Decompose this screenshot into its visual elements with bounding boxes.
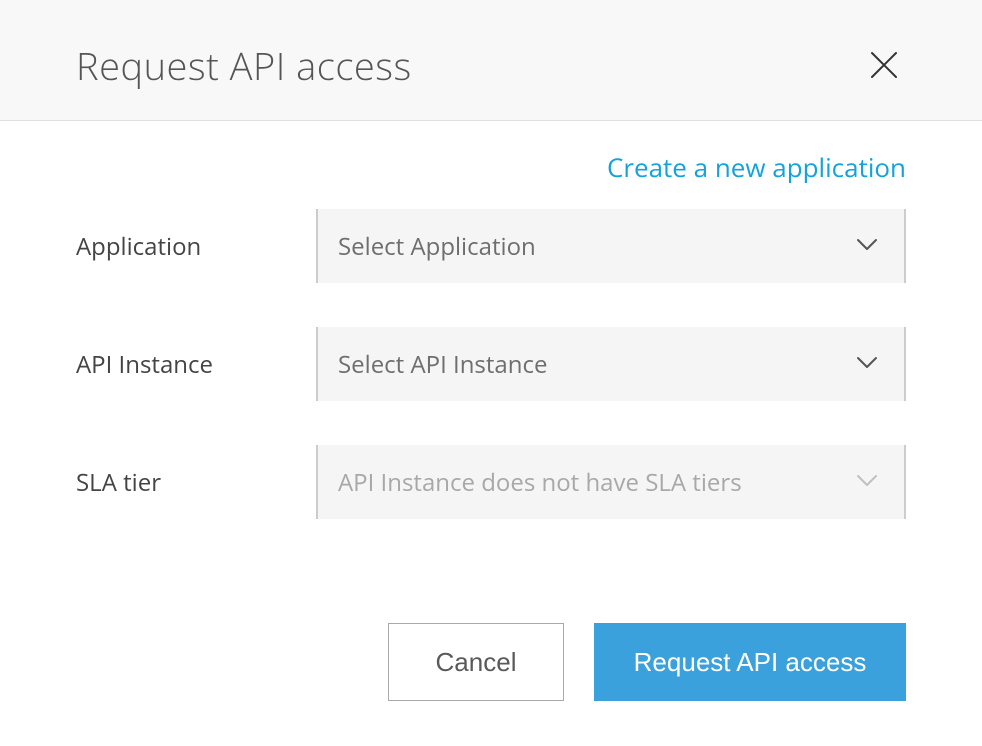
sla-tier-select: API Instance does not have SLA tiers bbox=[316, 445, 906, 519]
application-row: Application Select Application bbox=[76, 209, 906, 283]
sla-tier-select-placeholder: API Instance does not have SLA tiers bbox=[338, 466, 742, 499]
sla-tier-label: SLA tier bbox=[76, 466, 316, 499]
api-instance-select[interactable]: Select API Instance bbox=[316, 327, 906, 401]
dialog-footer: Cancel Request API access bbox=[0, 563, 982, 741]
close-button[interactable] bbox=[862, 43, 906, 90]
create-application-row: Create a new application bbox=[76, 149, 906, 185]
api-instance-label: API Instance bbox=[76, 348, 316, 381]
close-icon bbox=[870, 51, 898, 82]
dialog-title: Request API access bbox=[76, 40, 412, 92]
application-select-placeholder: Select Application bbox=[338, 230, 536, 263]
request-api-access-dialog: Request API access Create a new applicat… bbox=[0, 0, 982, 741]
create-application-link[interactable]: Create a new application bbox=[607, 149, 906, 185]
request-api-access-button[interactable]: Request API access bbox=[594, 623, 906, 701]
dialog-header: Request API access bbox=[0, 0, 982, 121]
api-instance-row: API Instance Select API Instance bbox=[76, 327, 906, 401]
cancel-button[interactable]: Cancel bbox=[388, 623, 564, 701]
sla-tier-select-wrap: API Instance does not have SLA tiers bbox=[316, 445, 906, 519]
application-select-wrap: Select Application bbox=[316, 209, 906, 283]
application-label: Application bbox=[76, 230, 316, 263]
application-select[interactable]: Select Application bbox=[316, 209, 906, 283]
sla-tier-row: SLA tier API Instance does not have SLA … bbox=[76, 445, 906, 519]
api-instance-select-placeholder: Select API Instance bbox=[338, 348, 547, 381]
dialog-body: Create a new application Application Sel… bbox=[0, 121, 982, 519]
api-instance-select-wrap: Select API Instance bbox=[316, 327, 906, 401]
